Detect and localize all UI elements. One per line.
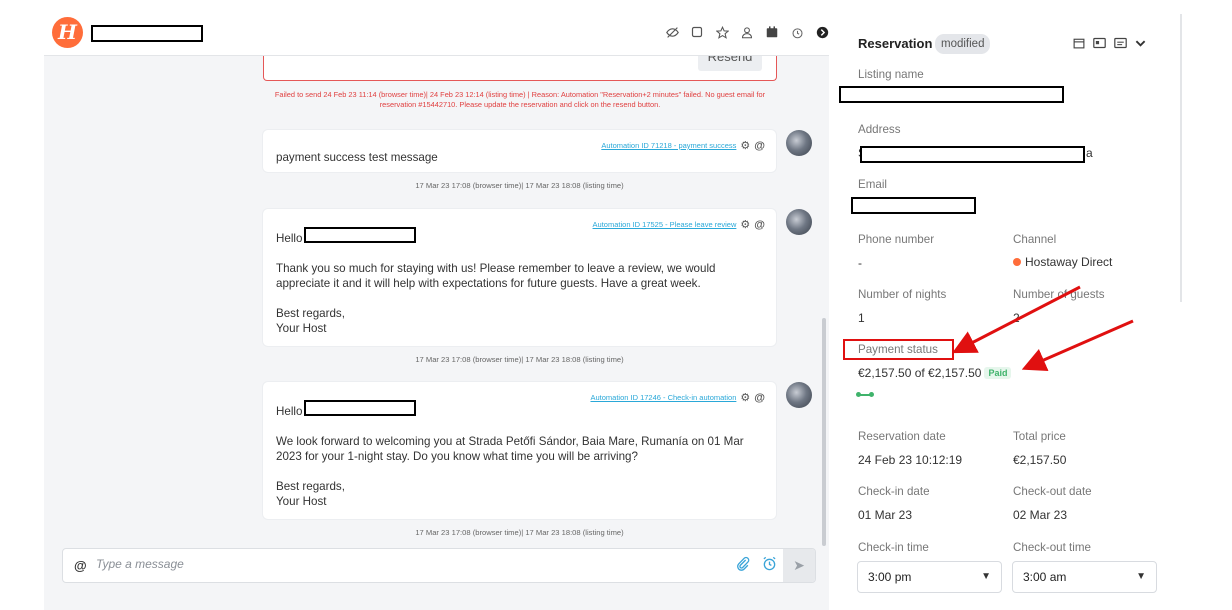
annotation-arrow	[952, 285, 1081, 354]
annotation-arrows	[952, 285, 1134, 371]
annotation-arrow	[1021, 319, 1134, 371]
